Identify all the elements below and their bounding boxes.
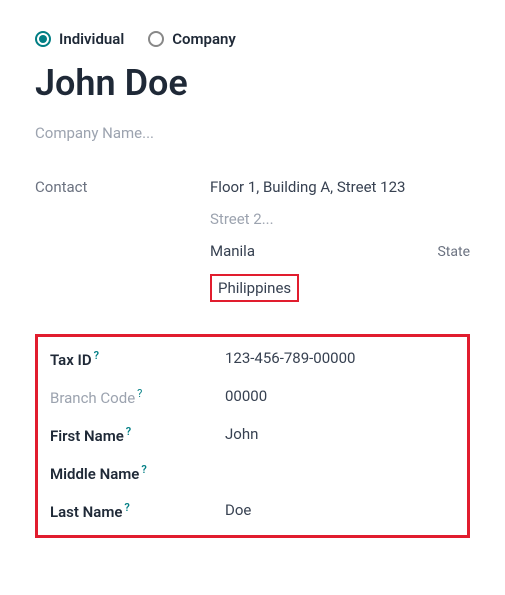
street2-input[interactable]: Street 2...: [210, 210, 470, 228]
city-input[interactable]: Manila: [210, 242, 255, 260]
first-name-label: First Name?: [50, 425, 225, 445]
branch-code-label-text: Branch Code: [50, 389, 135, 407]
last-name-label-text: Last Name: [50, 503, 122, 521]
form-grid: Contact Floor 1, Building A, Street 123 …: [35, 178, 470, 538]
street1-input[interactable]: Floor 1, Building A, Street 123: [210, 178, 470, 196]
last-name-input[interactable]: Doe: [225, 501, 455, 519]
last-name-row: Last Name? Doe: [50, 501, 455, 521]
middle-name-label-text: Middle Name: [50, 465, 139, 483]
city-state-row: Manila State: [210, 242, 470, 260]
radio-individual-label: Individual: [59, 30, 124, 48]
help-icon[interactable]: ?: [137, 387, 142, 400]
help-icon[interactable]: ?: [124, 501, 129, 514]
first-name-input[interactable]: John: [225, 425, 455, 443]
state-input[interactable]: State: [437, 244, 470, 260]
help-icon[interactable]: ?: [126, 425, 131, 438]
branch-code-label: Branch Code?: [50, 387, 225, 407]
company-name-input[interactable]: Company Name...: [35, 124, 470, 142]
radio-icon: [35, 31, 51, 47]
help-icon[interactable]: ?: [141, 463, 146, 476]
contact-row: Contact Floor 1, Building A, Street 123 …: [35, 178, 470, 316]
middle-name-label: Middle Name?: [50, 463, 225, 483]
tax-id-label: Tax ID?: [50, 349, 225, 369]
branch-code-row: Branch Code? 00000: [50, 387, 455, 407]
tax-id-label-text: Tax ID: [50, 351, 92, 369]
first-name-label-text: First Name: [50, 427, 124, 445]
contact-type-radio-group: Individual Company: [35, 30, 470, 48]
radio-icon: [148, 31, 164, 47]
country-row: Philippines: [210, 274, 470, 302]
address-block: Floor 1, Building A, Street 123 Street 2…: [210, 178, 470, 316]
radio-company-label: Company: [172, 30, 236, 48]
last-name-label: Last Name?: [50, 501, 225, 521]
radio-individual[interactable]: Individual: [35, 30, 124, 48]
tax-id-input[interactable]: 123-456-789-00000: [225, 349, 455, 367]
contact-label: Contact: [35, 178, 210, 196]
first-name-row: First Name? John: [50, 425, 455, 445]
radio-company[interactable]: Company: [148, 30, 236, 48]
help-icon[interactable]: ?: [94, 349, 99, 362]
tax-section-highlighted: Tax ID? 123-456-789-00000 Branch Code? 0…: [35, 334, 470, 538]
contact-name-input[interactable]: John Doe: [35, 62, 470, 104]
middle-name-row: Middle Name?: [50, 463, 455, 483]
tax-id-row: Tax ID? 123-456-789-00000: [50, 349, 455, 369]
branch-code-input[interactable]: 00000: [225, 387, 455, 405]
country-input[interactable]: Philippines: [210, 274, 299, 302]
